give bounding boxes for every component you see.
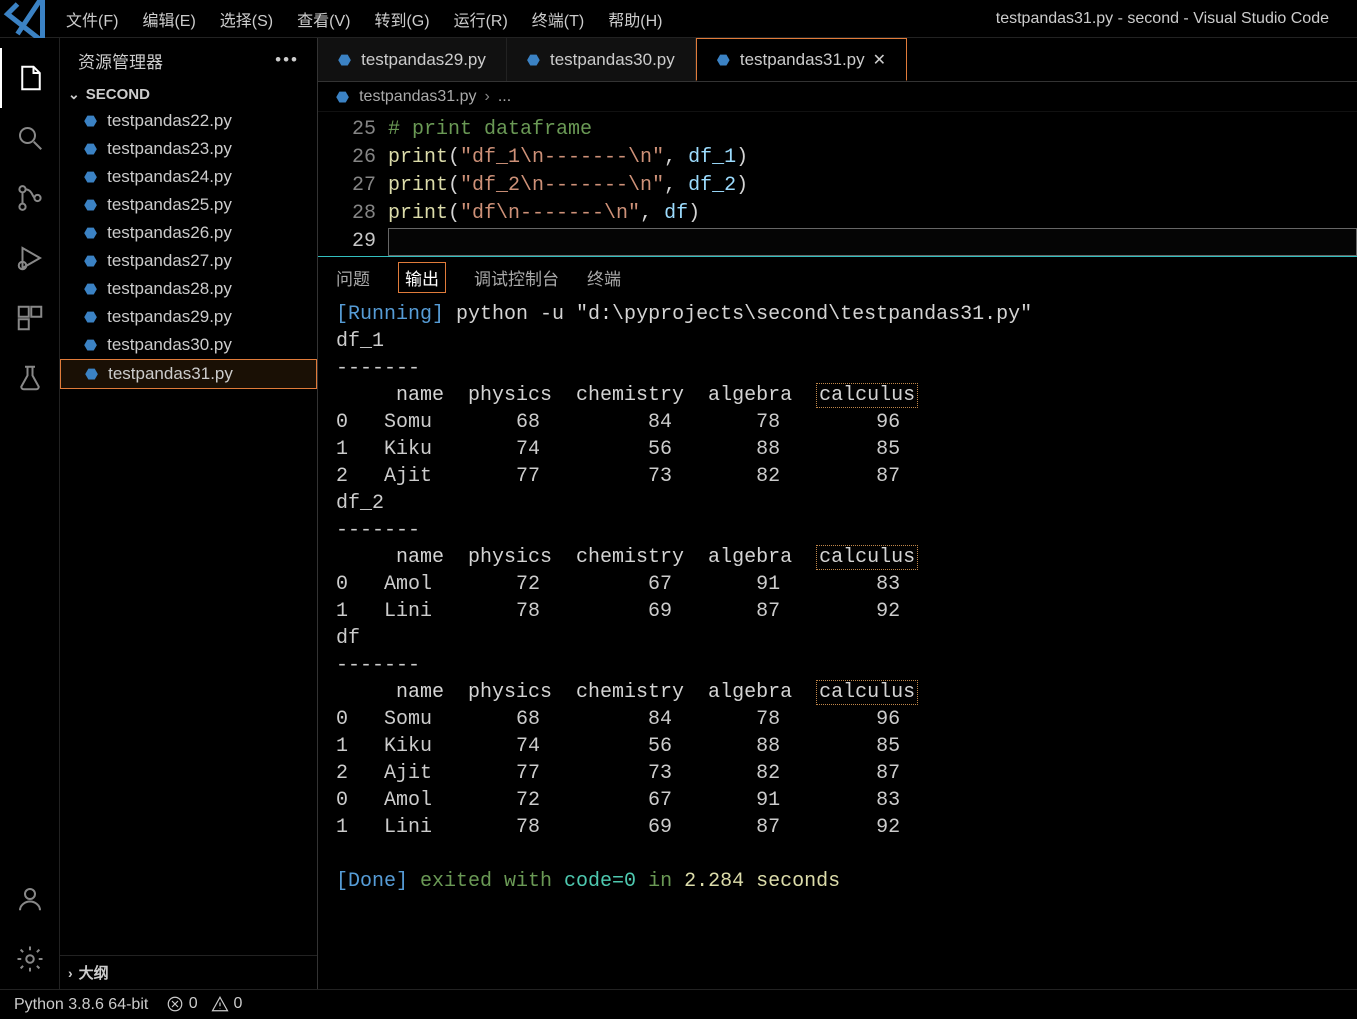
tab-label: testpandas30.py xyxy=(550,50,675,70)
editor-tab[interactable]: ⬣ testpandas31.py ✕ xyxy=(696,38,907,81)
python-file-icon: ⬣ xyxy=(84,280,99,298)
file-row[interactable]: ⬣ testpandas31.py xyxy=(60,359,317,389)
editor-area: ⬣ testpandas29.py ⬣ testpandas30.py ⬣ testpan… xyxy=(318,38,1357,989)
outline-section[interactable]: › 大纲 xyxy=(60,955,317,989)
panel-tab[interactable]: 调试控制台 xyxy=(474,265,559,290)
file-name: testpandas29.py xyxy=(107,307,232,327)
search-icon[interactable] xyxy=(0,108,60,168)
file-row[interactable]: ⬣ testpandas30.py xyxy=(60,331,317,359)
file-row[interactable]: ⬣ testpandas26.py xyxy=(60,219,317,247)
sidebar: 资源管理器 ••• ⌄ SECOND ⬣ testpandas22.py ⬣ test… xyxy=(60,38,318,989)
output-panel[interactable]: [Running] python -u "d:\pyprojects\secon… xyxy=(318,297,1357,903)
menu-edit[interactable]: 编辑(E) xyxy=(142,7,195,31)
file-name: testpandas27.py xyxy=(107,251,232,271)
python-file-icon: ⬣ xyxy=(338,51,353,69)
file-name: testpandas23.py xyxy=(107,139,232,159)
menu-go[interactable]: 转到(G) xyxy=(374,7,429,31)
python-file-icon: ⬣ xyxy=(717,51,732,69)
python-file-icon: ⬣ xyxy=(336,88,351,106)
file-row[interactable]: ⬣ testpandas22.py xyxy=(60,107,317,135)
breadcrumb[interactable]: ⬣ testpandas31.py › ... xyxy=(318,82,1357,112)
python-file-icon: ⬣ xyxy=(84,308,99,326)
file-row[interactable]: ⬣ testpandas23.py xyxy=(60,135,317,163)
code-editor[interactable]: 2526272829 # print dataframeprint("df_1\… xyxy=(318,112,1357,256)
file-name: testpandas25.py xyxy=(107,195,232,215)
panel-tab[interactable]: 终端 xyxy=(587,265,621,290)
chevron-down-icon: ⌄ xyxy=(68,86,80,103)
file-name: testpandas26.py xyxy=(107,223,232,243)
breadcrumb-file: testpandas31.py xyxy=(359,88,476,106)
tab-label: testpandas31.py xyxy=(740,50,865,70)
menu-selection[interactable]: 选择(S) xyxy=(220,7,273,31)
file-row[interactable]: ⬣ testpandas24.py xyxy=(60,163,317,191)
tab-label: testpandas29.py xyxy=(361,50,486,70)
status-python[interactable]: Python 3.8.6 64-bit xyxy=(14,996,148,1014)
panel-tab[interactable]: 输出 xyxy=(398,262,446,293)
testing-icon[interactable] xyxy=(0,348,60,408)
close-icon[interactable]: ✕ xyxy=(873,50,886,70)
menu-run[interactable]: 运行(R) xyxy=(454,7,508,31)
accounts-icon[interactable] xyxy=(0,869,60,929)
editor-tab[interactable]: ⬣ testpandas30.py xyxy=(507,38,696,81)
panel-tab[interactable]: 问题 xyxy=(336,265,370,290)
outline-label: 大纲 xyxy=(79,962,109,983)
python-file-icon: ⬣ xyxy=(84,196,99,214)
breadcrumb-separator-icon: › xyxy=(485,88,490,106)
menu-view[interactable]: 查看(V) xyxy=(297,7,350,31)
status-error-count: 0 xyxy=(189,996,198,1013)
file-row[interactable]: ⬣ testpandas29.py xyxy=(60,303,317,331)
chevron-right-icon: › xyxy=(68,965,73,981)
file-row[interactable]: ⬣ testpandas28.py xyxy=(60,275,317,303)
python-file-icon: ⬣ xyxy=(84,224,99,242)
file-name: testpandas24.py xyxy=(107,167,232,187)
more-actions-icon[interactable]: ••• xyxy=(275,50,299,70)
folder-row[interactable]: ⌄ SECOND xyxy=(60,82,317,107)
file-name: testpandas30.py xyxy=(107,335,232,355)
menu-file[interactable]: 文件(F) xyxy=(66,7,118,31)
explorer-icon[interactable] xyxy=(0,48,60,108)
file-name: testpandas31.py xyxy=(108,364,233,384)
python-file-icon: ⬣ xyxy=(84,168,99,186)
python-file-icon: ⬣ xyxy=(84,336,99,354)
editor-tabs: ⬣ testpandas29.py ⬣ testpandas30.py ⬣ testpan… xyxy=(318,38,1357,82)
menu-terminal[interactable]: 终端(T) xyxy=(532,7,584,31)
status-bar: Python 3.8.6 64-bit 0 0 xyxy=(0,989,1357,1019)
panel-tabs: 问题 输出 调试控制台 终端 xyxy=(318,257,1357,297)
settings-gear-icon[interactable] xyxy=(0,929,60,989)
menu-help[interactable]: 帮助(H) xyxy=(608,7,662,31)
python-file-icon: ⬣ xyxy=(527,51,542,69)
file-name: testpandas22.py xyxy=(107,111,232,131)
menu-bar: 文件(F) 编辑(E) 选择(S) 查看(V) 转到(G) 运行(R) 终端(T… xyxy=(60,7,662,31)
editor-tab[interactable]: ⬣ testpandas29.py xyxy=(318,38,507,81)
sidebar-header: 资源管理器 ••• xyxy=(60,38,317,82)
window-title: testpandas31.py - second - Visual Studio… xyxy=(662,10,1357,28)
status-warning-count: 0 xyxy=(233,996,242,1013)
python-file-icon: ⬣ xyxy=(84,252,99,270)
panel: 问题 输出 调试控制台 终端 [Running] python -u "d:\pypr… xyxy=(318,256,1357,903)
python-file-icon: ⬣ xyxy=(85,365,100,383)
title-bar: 文件(F) 编辑(E) 选择(S) 查看(V) 转到(G) 运行(R) 终端(T… xyxy=(0,0,1357,38)
folder-name: SECOND xyxy=(86,86,150,103)
python-file-icon: ⬣ xyxy=(84,140,99,158)
status-problems[interactable]: 0 0 xyxy=(166,995,242,1013)
activity-bar xyxy=(0,38,60,989)
file-name: testpandas28.py xyxy=(107,279,232,299)
file-row[interactable]: ⬣ testpandas27.py xyxy=(60,247,317,275)
python-file-icon: ⬣ xyxy=(84,112,99,130)
file-row[interactable]: ⬣ testpandas25.py xyxy=(60,191,317,219)
run-debug-icon[interactable] xyxy=(0,228,60,288)
explorer-title: 资源管理器 xyxy=(78,48,163,73)
breadcrumb-tail: ... xyxy=(498,88,511,106)
source-control-icon[interactable] xyxy=(0,168,60,228)
extensions-icon[interactable] xyxy=(0,288,60,348)
